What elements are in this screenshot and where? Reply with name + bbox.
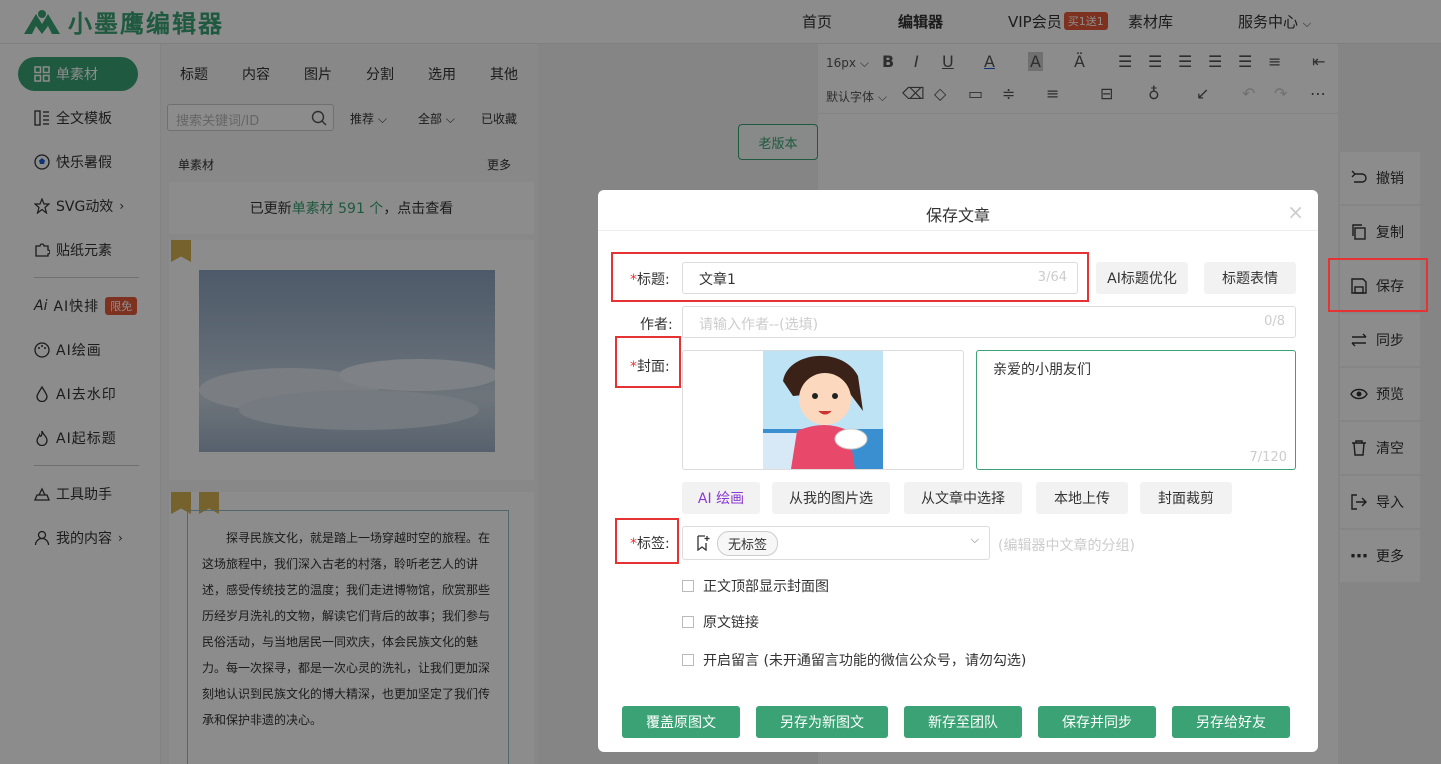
local-upload-button[interactable]: 本地上传 — [1036, 482, 1128, 514]
from-my-images-button[interactable]: 从我的图片选 — [772, 482, 890, 514]
crop-cover-button[interactable]: 封面裁剪 — [1140, 482, 1232, 514]
option-label: 正文顶部显示封面图 — [703, 579, 829, 595]
author-placeholder: 请输入作者--(选填) — [699, 317, 819, 333]
author-label: 作者: — [640, 317, 673, 333]
show-cover-option[interactable]: 正文顶部显示封面图 — [682, 576, 829, 596]
cover-image — [763, 351, 883, 469]
cover-image-box[interactable] — [682, 350, 964, 470]
dialog-title: 保存文章 — [925, 206, 990, 225]
overwrite-button[interactable]: 覆盖原图文 — [622, 706, 740, 738]
save-highlight-box — [1328, 258, 1428, 312]
save-and-sync-button[interactable]: 保存并同步 — [1038, 706, 1156, 738]
title-label-text: 标题: — [637, 272, 670, 288]
required-star: * — [630, 359, 637, 375]
checkbox[interactable] — [682, 616, 694, 628]
tag-label: *标签: — [630, 533, 670, 553]
tag-hint: (编辑器中文章的分组) — [998, 538, 1135, 554]
dialog-divider — [598, 230, 1318, 231]
from-article-button[interactable]: 从文章中选择 — [904, 482, 1022, 514]
author-field[interactable]: 请输入作者--(选填) 0/8 — [682, 306, 1296, 338]
tag-chip[interactable]: 无标签 — [717, 531, 779, 556]
checkbox[interactable] — [682, 654, 694, 666]
title-counter: 3/64 — [1037, 270, 1067, 285]
save-article-dialog: 保存文章 × *标题: 文章1 3/64 AI标题优化 标题表情 作者: 请输入… — [598, 190, 1318, 752]
checkbox[interactable] — [682, 580, 694, 592]
author-counter: 0/8 — [1264, 314, 1285, 329]
summary-field[interactable]: 亲爱的小朋友们 7/120 — [976, 350, 1296, 470]
title-field[interactable]: 文章1 3/64 — [682, 262, 1078, 294]
tag-label-text: 标签: — [637, 536, 670, 552]
title-value: 文章1 — [699, 272, 736, 288]
close-icon[interactable]: × — [1287, 200, 1304, 224]
source-link-option[interactable]: 原文链接 — [682, 612, 759, 632]
tag-select[interactable]: 无标签 ⌵ — [682, 526, 990, 560]
option-label: 开启留言 (未开通留言功能的微信公众号，请勿勾选) — [703, 653, 1027, 669]
ai-title-optimize-button[interactable]: AI标题优化 — [1096, 262, 1188, 294]
summary-value: 亲爱的小朋友们 — [993, 362, 1091, 378]
save-to-team-button[interactable]: 新存至团队 — [904, 706, 1022, 738]
title-emoji-button[interactable]: 标题表情 — [1204, 262, 1296, 294]
cover-label-text: 封面: — [637, 359, 670, 375]
bookmark-plus-icon — [697, 535, 710, 551]
required-star: * — [630, 272, 637, 288]
cover-label: *封面: — [630, 356, 670, 376]
save-as-new-button[interactable]: 另存为新图文 — [756, 706, 888, 738]
ai-drawing-button[interactable]: AI 绘画 — [682, 482, 760, 514]
title-label: *标题: — [630, 269, 670, 289]
required-star: * — [630, 536, 637, 552]
summary-counter: 7/120 — [1249, 450, 1287, 465]
option-label: 原文链接 — [703, 615, 759, 631]
enable-comments-option[interactable]: 开启留言 (未开通留言功能的微信公众号，请勿勾选) — [682, 650, 1026, 670]
save-to-friend-button[interactable]: 另存给好友 — [1172, 706, 1290, 738]
chevron-down-icon: ⌵ — [970, 533, 979, 546]
